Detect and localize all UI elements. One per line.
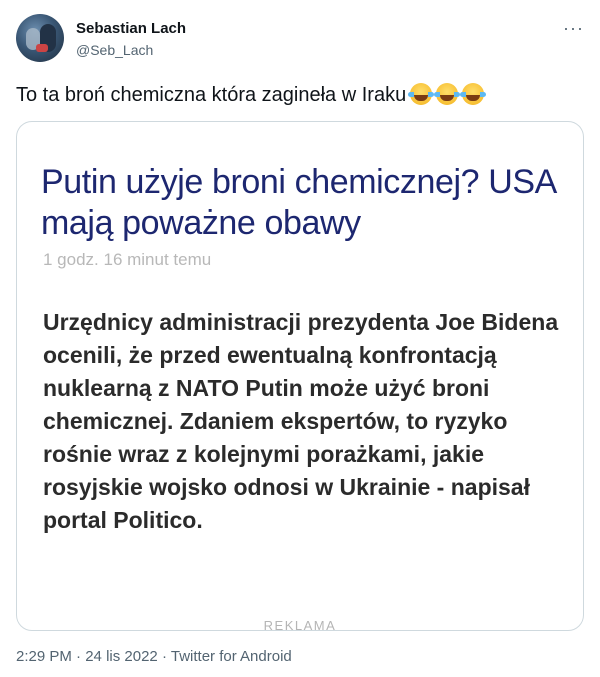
article-time-ago: 1 godz. 16 minut temu [43, 250, 212, 269]
tweet-source-link[interactable]: Twitter for Android [171, 648, 292, 665]
meta-separator: · [161, 648, 167, 665]
author-handle[interactable]: @Seb_Lach [76, 42, 153, 58]
tweet-date: 24 lis 2022 [85, 648, 158, 665]
ad-label: REKLAMA [263, 618, 337, 631]
avatar[interactable] [16, 14, 64, 62]
tweet-time-link[interactable]: 2:29 PM · 24 lis 2022 [16, 648, 158, 665]
tweet-header: Sebastian Lach @Seb_Lach ··· [16, 12, 584, 64]
article-screenshot: Putin użyje broni chemicznej? USA mają p… [17, 122, 583, 630]
article-lead: Urzędnicy administracji prezydenta Joe B… [43, 309, 559, 533]
face-with-tears-of-joy-icon [434, 83, 461, 105]
article-headline: Putin użyje broni chemicznej? USA mają p… [41, 163, 556, 242]
more-horizontal-icon[interactable]: ··· [563, 18, 584, 39]
tweet-time: 2:29 PM [16, 648, 72, 665]
meta-separator: · [76, 648, 82, 665]
author-name[interactable]: Sebastian Lach [76, 20, 186, 37]
tweet-text: To ta broń chemiczna która zagineła w Ir… [16, 82, 487, 108]
tweet-meta: 2:29 PM · 24 lis 2022 · Twitter for Andr… [16, 648, 292, 665]
tweet-text-body: To ta broń chemiczna która zagineła w Ir… [16, 84, 407, 106]
face-with-tears-of-joy-icon [460, 83, 487, 105]
avatar-figure [36, 44, 48, 52]
face-with-tears-of-joy-icon [408, 83, 435, 105]
attached-image[interactable]: Putin użyje broni chemicznej? USA mają p… [16, 121, 584, 631]
